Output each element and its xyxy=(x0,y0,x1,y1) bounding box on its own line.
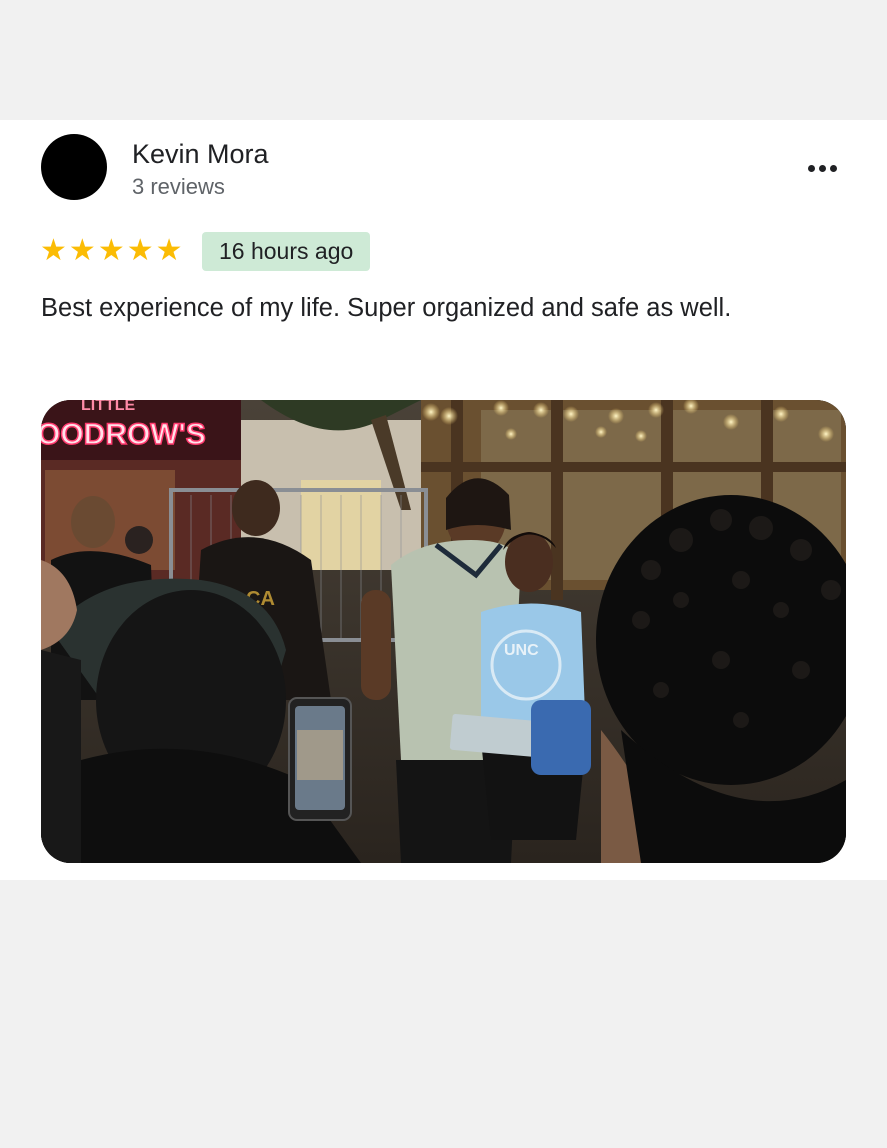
sign-text: OODROW'S xyxy=(41,418,206,451)
more-dot xyxy=(818,164,826,172)
review-text: Best experience of my life. Super organi… xyxy=(41,294,732,322)
more-options-button[interactable] xyxy=(798,150,846,186)
star-icon: ★ xyxy=(40,233,67,268)
review-photo-scene: LITTLE OODROW'S CA UNC xyxy=(41,400,846,863)
review-photo[interactable]: LITTLE OODROW'S CA UNC xyxy=(41,400,846,863)
author-name[interactable]: Kevin Mora xyxy=(132,138,269,170)
more-horizontal-icon xyxy=(807,164,815,172)
star-icon: ★ xyxy=(126,233,154,268)
star-rating: ★ ★ ★ ★ ★ xyxy=(40,234,183,268)
shirt-text: UNC xyxy=(504,642,539,659)
review-card: Kevin Mora 3 reviews ★ ★ ★ ★ ★ 16 hours … xyxy=(0,120,887,880)
sign-text-top: LITTLE xyxy=(81,400,136,414)
time-ago-badge: 16 hours ago xyxy=(202,232,371,271)
star-icon: ★ xyxy=(97,233,125,268)
star-icon: ★ xyxy=(155,233,183,268)
more-dot xyxy=(829,164,837,172)
author-review-count[interactable]: 3 reviews xyxy=(132,173,225,201)
star-icon: ★ xyxy=(68,233,96,268)
avatar[interactable] xyxy=(41,134,107,200)
